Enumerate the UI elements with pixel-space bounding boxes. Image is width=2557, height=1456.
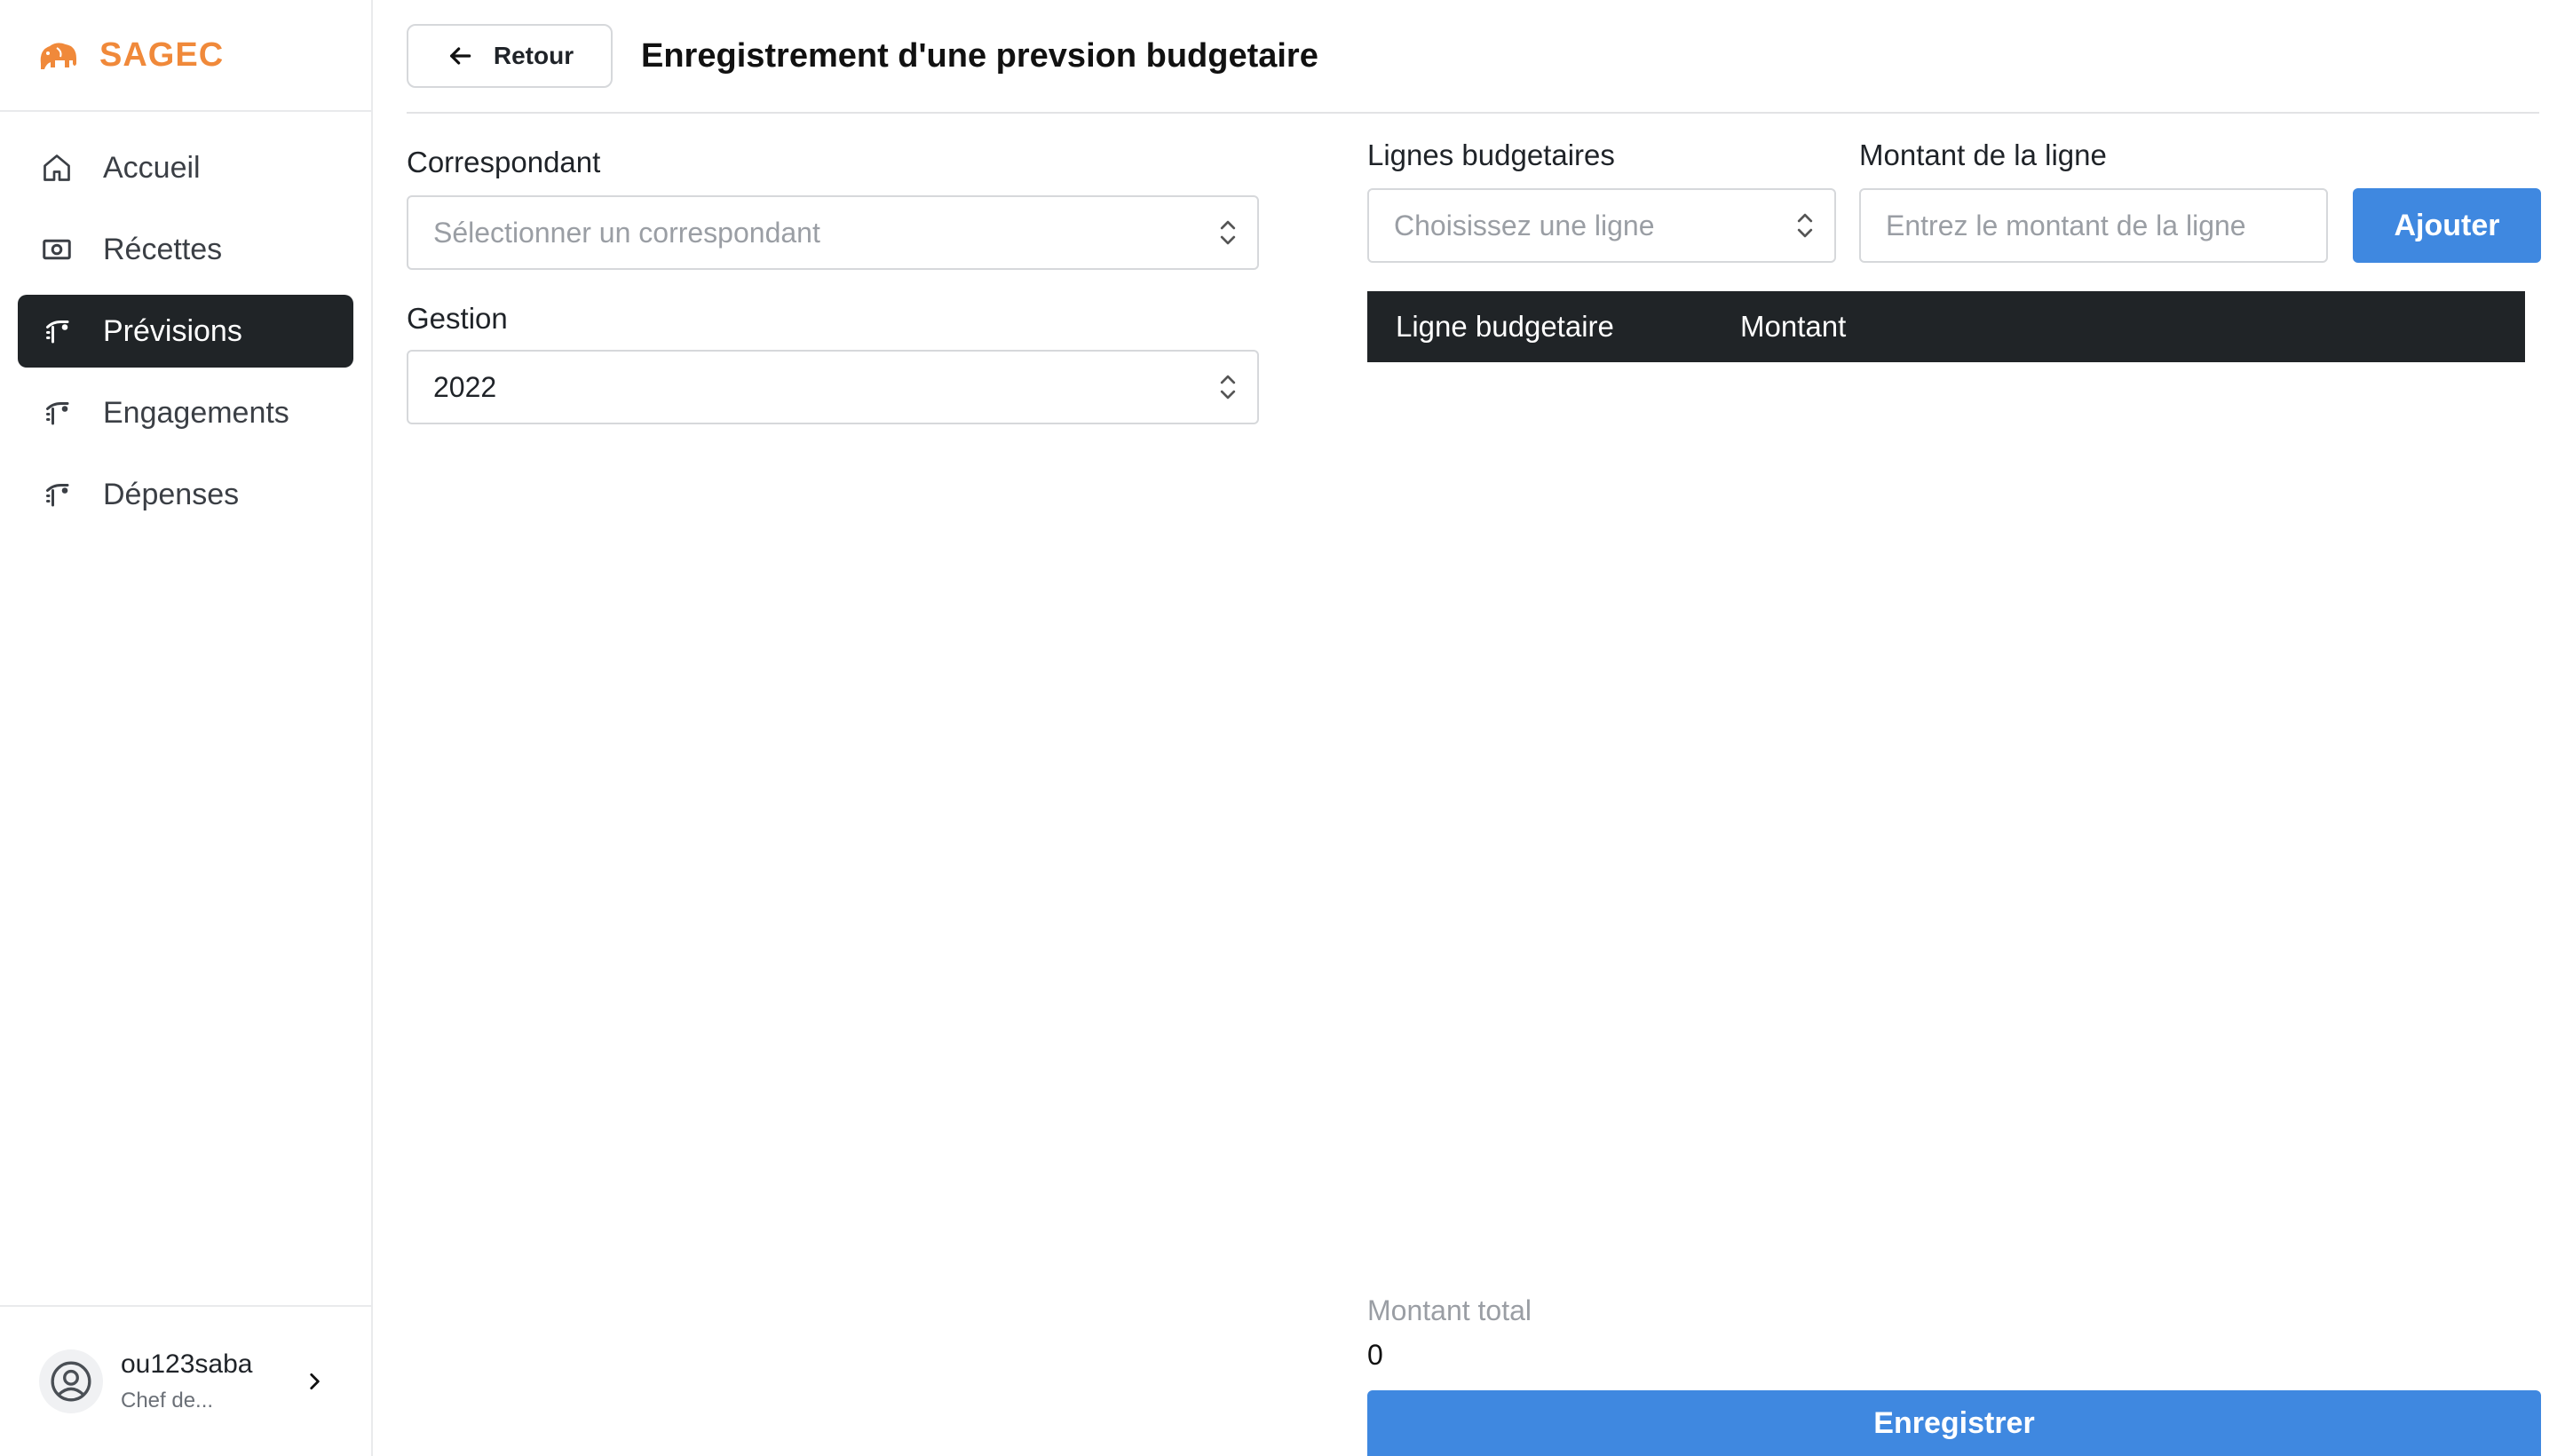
sidebar-item-engagements[interactable]: Engagements: [18, 376, 353, 449]
sidebar-item-label: Dépenses: [103, 477, 240, 511]
sidebar-item-label: Accueil: [103, 150, 201, 185]
lignes-label: Lignes budgetaires: [1367, 138, 1615, 171]
elephant-logo-icon: [40, 43, 76, 69]
column-header-montant: Montant: [1740, 310, 1847, 343]
chevron-right-icon[interactable]: [297, 1370, 332, 1393]
user-icon: [51, 1361, 91, 1402]
arrow-left-icon: [449, 47, 471, 65]
select-updown-icon: [1220, 220, 1236, 245]
ligne-placeholder: Choisissez une ligne: [1394, 209, 1655, 241]
gestion-value: 2022: [433, 370, 497, 403]
select-updown-icon: [1797, 213, 1813, 238]
app-name: SAGEC: [99, 36, 225, 74]
montant-input[interactable]: [1859, 188, 2328, 263]
gestion-label: Gestion: [407, 302, 508, 335]
select-updown-icon: [1220, 375, 1236, 400]
page-title: Enregistrement d'une prevsion budgetaire: [641, 36, 1318, 75]
sidebar-item-label: Engagements: [103, 395, 289, 430]
user-role: Chef de...: [121, 1389, 214, 1412]
hand-coins-icon: [39, 313, 75, 349]
sidebar-item-depenses[interactable]: Dépenses: [18, 458, 353, 531]
user-profile[interactable]: ou123saba Chef de...: [0, 1305, 371, 1456]
total-label: Montant total: [1367, 1294, 1532, 1326]
sidebar-nav: Accueil Récettes Prévisions Engagements …: [0, 112, 371, 559]
correspondant-select[interactable]: Sélectionner un correspondant: [407, 195, 1259, 270]
montant-label: Montant de la ligne: [1859, 138, 2107, 171]
brand[interactable]: SAGEC: [0, 0, 371, 112]
hand-coins-icon: [39, 477, 75, 512]
sidebar-item-label: Prévisions: [103, 313, 242, 348]
lignes-table-header: Ligne budgetaire Montant: [1367, 291, 2525, 362]
ligne-select[interactable]: Choisissez une ligne: [1367, 188, 1836, 263]
add-button[interactable]: Ajouter: [2353, 188, 2541, 263]
correspondant-label: Correspondant: [407, 146, 601, 178]
cash-icon: [39, 232, 75, 267]
hand-coins-icon: [39, 395, 75, 431]
sidebar-item-label: Récettes: [103, 232, 223, 266]
avatar: [39, 1349, 103, 1413]
save-button[interactable]: Enregistrer: [1367, 1390, 2541, 1456]
sidebar-item-accueil[interactable]: Accueil: [18, 131, 353, 204]
top-bar: Retour Enregistrement d'une prevsion bud…: [407, 0, 2539, 114]
gestion-select[interactable]: 2022: [407, 350, 1259, 424]
sidebar: SAGEC Accueil Récettes Prévisions Engage…: [0, 0, 373, 1456]
sidebar-item-recettes[interactable]: Récettes: [18, 213, 353, 286]
user-meta: ou123saba Chef de...: [121, 1349, 297, 1413]
back-button[interactable]: Retour: [407, 24, 613, 88]
sidebar-item-previsions[interactable]: Prévisions: [18, 295, 353, 368]
total-value: 0: [1367, 1339, 1383, 1371]
username: ou123saba: [121, 1349, 253, 1379]
column-header-ligne: Ligne budgetaire: [1396, 310, 1614, 343]
back-button-label: Retour: [493, 42, 574, 69]
correspondant-placeholder: Sélectionner un correspondant: [433, 216, 820, 249]
home-icon: [39, 150, 75, 186]
